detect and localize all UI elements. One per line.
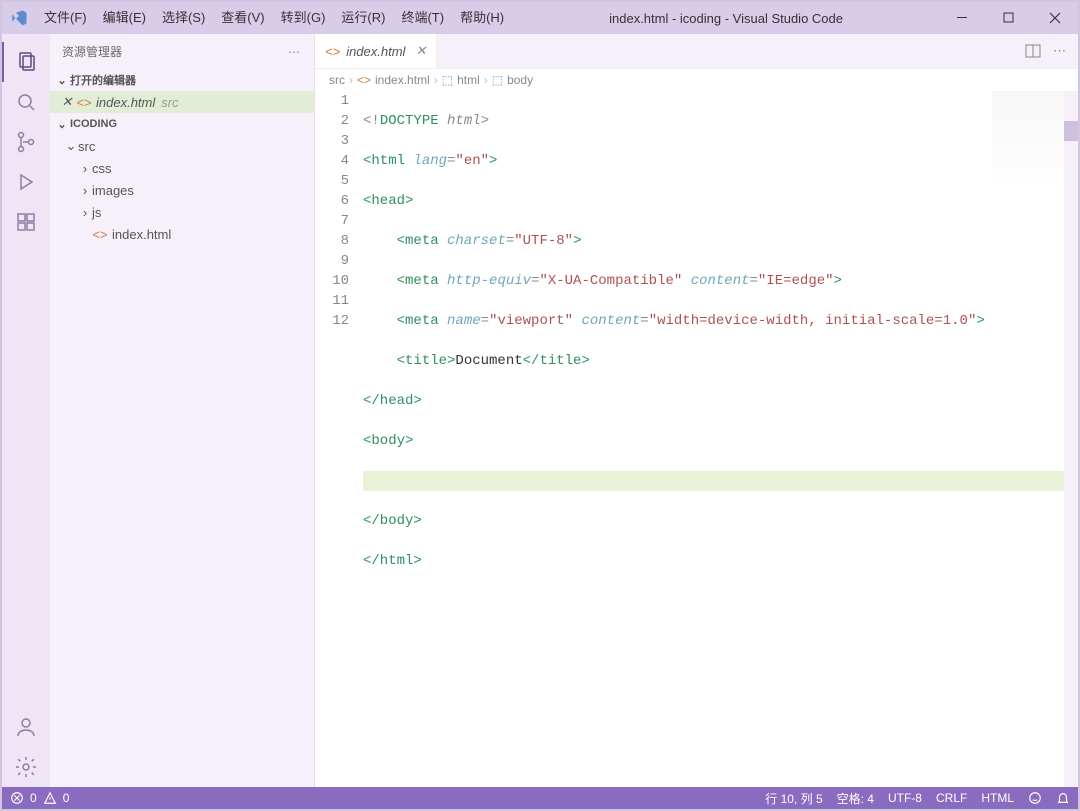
menu-help[interactable]: 帮助(H)	[452, 2, 512, 34]
file-label: index.html	[112, 227, 171, 242]
chevron-right-icon: ›	[434, 73, 438, 87]
main-area: 资源管理器 ⋯ ⌄ 打开的编辑器 ✕ <> index.html src ⌄ I…	[2, 34, 1078, 787]
breadcrumb[interactable]: src › <> index.html › ⬚ html › ⬚ body	[315, 69, 1078, 91]
html-file-icon: <>	[92, 227, 108, 242]
chevron-down-icon: ⌄	[54, 118, 70, 131]
project-section[interactable]: ⌄ ICODING	[50, 113, 314, 135]
chevron-right-icon: ›	[484, 73, 488, 87]
line-numbers: 1 2 3 4 5 6 7 8 9 10 11 12	[315, 91, 363, 787]
sidebar-more-icon[interactable]: ⋯	[288, 45, 302, 59]
extensions-icon[interactable]	[2, 202, 50, 242]
editor-tab[interactable]: <> index.html ✕	[315, 34, 437, 68]
search-icon[interactable]	[2, 82, 50, 122]
sidebar-title: 资源管理器	[62, 43, 122, 60]
folder-label: js	[92, 205, 101, 220]
close-button[interactable]	[1032, 2, 1078, 34]
activity-bar	[2, 34, 50, 787]
settings-gear-icon[interactable]	[2, 747, 50, 787]
code-content[interactable]: <!DOCTYPE html> <html lang="en"> <head> …	[363, 91, 1078, 787]
more-actions-icon[interactable]: ⋯	[1053, 43, 1068, 59]
window-title: index.html - icoding - Visual Studio Cod…	[512, 11, 940, 26]
status-eol[interactable]: CRLF	[936, 791, 967, 805]
editor-group: <> index.html ✕ ⋯ src › <> index.html › …	[315, 34, 1078, 787]
menu-run[interactable]: 运行(R)	[333, 2, 393, 34]
tree-folder-css[interactable]: › css	[50, 157, 314, 179]
split-editor-icon[interactable]	[1025, 43, 1041, 59]
status-language[interactable]: HTML	[981, 791, 1014, 805]
minimap[interactable]	[992, 91, 1064, 191]
maximize-button[interactable]	[986, 2, 1032, 34]
breadcrumb-segment[interactable]: body	[507, 73, 533, 87]
chevron-down-icon: ⌄	[54, 74, 70, 87]
symbol-icon: ⬚	[492, 73, 503, 87]
status-indentation[interactable]: 空格: 4	[837, 790, 874, 807]
editor-tabs: <> index.html ✕ ⋯	[315, 34, 1078, 69]
folder-label: images	[92, 183, 134, 198]
open-editor-filename: index.html	[96, 95, 155, 110]
explorer-icon[interactable]	[2, 42, 50, 82]
sidebar-header: 资源管理器 ⋯	[50, 34, 314, 69]
source-control-icon[interactable]	[2, 122, 50, 162]
chevron-right-icon: ›	[349, 73, 353, 87]
menu-selection[interactable]: 选择(S)	[154, 2, 213, 34]
scrollbar-thumb[interactable]	[1064, 121, 1078, 141]
code-editor[interactable]: 1 2 3 4 5 6 7 8 9 10 11 12 <!DOCTYPE htm…	[315, 91, 1078, 787]
menu-terminal[interactable]: 终端(T)	[393, 2, 452, 34]
sidebar: 资源管理器 ⋯ ⌄ 打开的编辑器 ✕ <> index.html src ⌄ I…	[50, 34, 315, 787]
window-controls	[940, 2, 1078, 34]
menu-file[interactable]: 文件(F)	[36, 2, 95, 34]
open-editors-section[interactable]: ⌄ 打开的编辑器	[50, 69, 314, 91]
tree-folder-js[interactable]: › js	[50, 201, 314, 223]
menu-view[interactable]: 查看(V)	[213, 2, 272, 34]
status-bar: 0 0 行 10, 列 5 空格: 4 UTF-8 CRLF HTML	[2, 787, 1078, 809]
chevron-down-icon: ⌄	[64, 138, 78, 154]
status-problems[interactable]: 0 0	[10, 791, 69, 805]
breadcrumb-segment[interactable]: index.html	[375, 73, 430, 87]
open-editors-label: 打开的编辑器	[70, 72, 136, 88]
close-icon[interactable]: ✕	[415, 43, 426, 59]
vertical-scrollbar[interactable]	[1064, 91, 1078, 787]
minimize-button[interactable]	[940, 2, 986, 34]
tree-file-index[interactable]: <> index.html	[50, 223, 314, 245]
title-bar: 文件(F) 编辑(E) 选择(S) 查看(V) 转到(G) 运行(R) 终端(T…	[2, 2, 1078, 34]
open-editor-folder: src	[161, 95, 178, 110]
folder-label: css	[92, 161, 112, 176]
html-file-icon: <>	[76, 95, 92, 110]
tree-folder-src[interactable]: ⌄ src	[50, 135, 314, 157]
project-label: ICODING	[70, 118, 117, 130]
status-cursor-position[interactable]: 行 10, 列 5	[765, 790, 822, 807]
menu-bar: 文件(F) 编辑(E) 选择(S) 查看(V) 转到(G) 运行(R) 终端(T…	[36, 2, 512, 34]
status-encoding[interactable]: UTF-8	[888, 791, 922, 805]
menu-edit[interactable]: 编辑(E)	[95, 2, 154, 34]
breadcrumb-segment[interactable]: src	[329, 73, 345, 87]
chevron-right-icon: ›	[78, 205, 92, 220]
tab-label: index.html	[346, 44, 405, 59]
html-file-icon: <>	[357, 73, 371, 87]
feedback-icon[interactable]	[1028, 791, 1042, 805]
breadcrumb-segment[interactable]: html	[457, 73, 480, 87]
editor-actions: ⋯	[1025, 34, 1078, 68]
close-icon[interactable]: ✕	[58, 94, 76, 110]
accounts-icon[interactable]	[2, 707, 50, 747]
chevron-right-icon: ›	[78, 161, 92, 176]
open-editor-item[interactable]: ✕ <> index.html src	[50, 91, 314, 113]
tree-folder-images[interactable]: › images	[50, 179, 314, 201]
menu-go[interactable]: 转到(G)	[273, 2, 334, 34]
notifications-bell-icon[interactable]	[1056, 791, 1070, 805]
vscode-logo-icon	[2, 9, 36, 27]
chevron-right-icon: ›	[78, 183, 92, 198]
html-file-icon: <>	[325, 44, 340, 59]
run-debug-icon[interactable]	[2, 162, 50, 202]
symbol-icon: ⬚	[442, 73, 453, 87]
folder-label: src	[78, 139, 95, 154]
